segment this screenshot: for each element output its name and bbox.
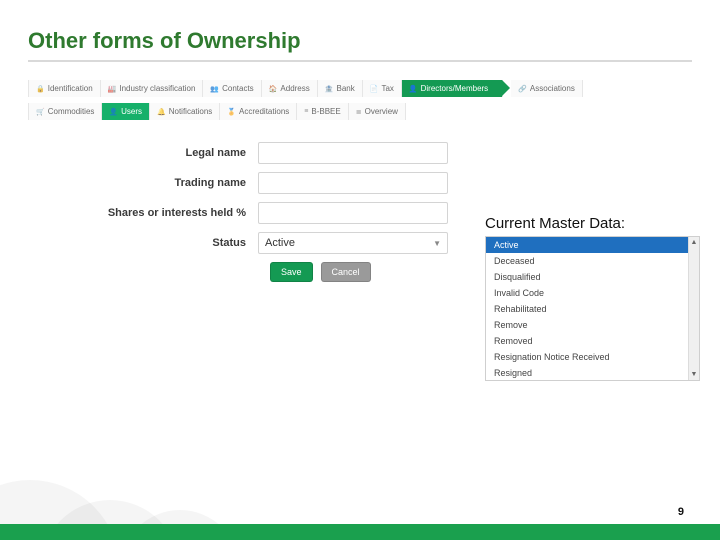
tab-industry-classification[interactable]: 🏭Industry classification — [101, 80, 204, 97]
tab-label: B-BBEE — [311, 107, 340, 116]
tab-label: Tax — [381, 84, 393, 93]
page-title: Other forms of Ownership — [28, 28, 692, 54]
tab-accreditations[interactable]: 🏅Accreditations — [220, 103, 297, 120]
chevron-down-icon: ▼ — [433, 239, 441, 248]
status-option[interactable]: Invalid Code — [486, 285, 699, 301]
status-option[interactable]: Remove — [486, 317, 699, 333]
tab-icon: ≣ — [356, 108, 362, 116]
tab-icon: 👤 — [409, 85, 418, 93]
tab-tax[interactable]: 📄Tax — [363, 80, 402, 97]
cancel-button[interactable]: Cancel — [321, 262, 371, 282]
tab-icon: 🏭 — [108, 85, 117, 93]
tab-label: Accreditations — [239, 107, 289, 116]
master-data-callout: Current Master Data: ActiveDeceasedDisqu… — [485, 215, 700, 381]
scroll-down-icon[interactable]: ▼ — [691, 369, 698, 380]
tab-overview[interactable]: ≣Overview — [349, 103, 406, 120]
legal-name-input[interactable] — [258, 142, 448, 164]
tab-icon: 🏦 — [325, 85, 334, 93]
tab-label: Associations — [530, 84, 575, 93]
tab-label: Overview — [365, 107, 398, 116]
scrollbar[interactable]: ▲ ▼ — [688, 237, 699, 380]
trading-name-label: Trading name — [28, 177, 258, 189]
callout-title: Current Master Data: — [485, 215, 700, 232]
shares-input[interactable] — [258, 202, 448, 224]
tab-icon: 👥 — [210, 85, 219, 93]
tab-directors-members[interactable]: 👤Directors/Members — [402, 80, 503, 97]
tab-identification[interactable]: 🔒Identification — [28, 80, 101, 97]
status-label: Status — [28, 237, 258, 249]
tab-associations[interactable]: 🔗Associations — [511, 80, 583, 97]
tab-label: Identification — [48, 84, 93, 93]
save-button[interactable]: Save — [270, 262, 313, 282]
trading-name-input[interactable] — [258, 172, 448, 194]
tab-icon: ≡ — [304, 108, 308, 115]
tab-commodities[interactable]: 🛒Commodities — [28, 103, 102, 120]
status-option[interactable]: Resignation Notice Received — [486, 349, 699, 365]
status-option[interactable]: Rehabilitated — [486, 301, 699, 317]
tab-label: Users — [121, 107, 142, 116]
tab-users[interactable]: 👤Users — [102, 103, 150, 120]
tab-b-bbee[interactable]: ≡B-BBEE — [297, 103, 348, 120]
tab-contacts[interactable]: 👥Contacts — [203, 80, 261, 97]
tab-bar-secondary: 🛒Commodities👤Users🔔Notifications🏅Accredi… — [28, 103, 692, 120]
tab-bar-primary: 🔒Identification🏭Industry classification👥… — [28, 80, 692, 97]
status-options-list: ActiveDeceasedDisqualifiedInvalid CodeRe… — [485, 236, 700, 381]
tab-address[interactable]: 🏠Address — [262, 80, 318, 97]
status-select[interactable]: Active ▼ — [258, 232, 448, 254]
tab-label: Address — [280, 84, 309, 93]
tab-icon: 🔒 — [36, 85, 45, 93]
status-option[interactable]: Resigned — [486, 365, 699, 381]
status-option[interactable]: Deceased — [486, 253, 699, 269]
tab-bank[interactable]: 🏦Bank — [318, 80, 363, 97]
tab-label: Notifications — [169, 107, 213, 116]
scroll-up-icon[interactable]: ▲ — [691, 237, 698, 248]
tab-icon: 📄 — [370, 85, 379, 93]
tab-label: Industry classification — [119, 84, 195, 93]
title-underline — [28, 60, 692, 62]
tab-icon: 🛒 — [36, 108, 45, 116]
tab-icon: 🏅 — [227, 108, 236, 116]
status-option[interactable]: Active — [486, 237, 699, 253]
tab-label: Commodities — [48, 107, 95, 116]
status-value: Active — [265, 237, 295, 249]
tab-icon: 👤 — [109, 108, 118, 116]
tab-label: Directors/Members — [421, 84, 489, 93]
tab-label: Bank — [336, 84, 354, 93]
tab-label: Contacts — [222, 84, 254, 93]
footer-decor — [0, 470, 720, 540]
tab-icon: 🏠 — [269, 85, 278, 93]
legal-name-label: Legal name — [28, 147, 258, 159]
tab-notifications[interactable]: 🔔Notifications — [150, 103, 220, 120]
status-option[interactable]: Removed — [486, 333, 699, 349]
shares-label: Shares or interests held % — [28, 207, 258, 219]
tab-icon: 🔔 — [157, 108, 166, 116]
status-option[interactable]: Disqualified — [486, 269, 699, 285]
tab-icon: 🔗 — [518, 85, 527, 93]
